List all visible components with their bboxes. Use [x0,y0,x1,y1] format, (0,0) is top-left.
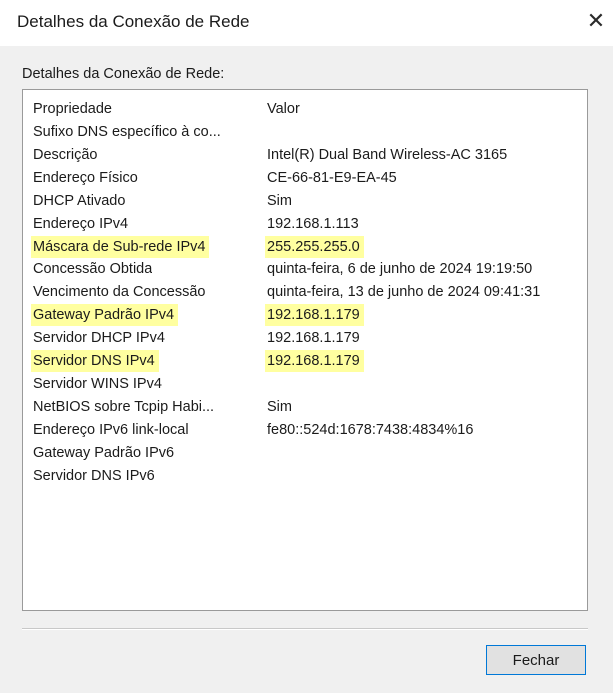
list-item[interactable]: Endereço IPv6 link-local fe80::524d:1678:… [23,419,587,441]
list-item[interactable]: Servidor DHCP IPv4 192.168.1.179 [23,327,587,349]
list-item-value: quinta-feira, 6 de junho de 2024 19:19:5… [267,261,533,278]
list-item-property: Endereço Físico [33,169,138,186]
list-item[interactable]: NetBIOS sobre Tcpip Habi... Sim [23,396,587,418]
list-item-value: quinta-feira, 13 de junho de 2024 09:41:… [267,284,541,301]
list-item[interactable]: Concessão Obtida quinta-feira, 6 de junho… [23,258,587,280]
list-item[interactable]: Sufixo DNS específico à co... [23,121,587,143]
list-header: Propriedade Valor [23,98,587,120]
list-item-property: Gateway Padrão IPv6 [33,444,175,461]
list-item-value: CE-66-81-E9-EA-45 [267,169,397,186]
list-item-value: Sim [267,398,292,415]
list-item-property: Concessão Obtida [33,261,153,278]
list-item[interactable]: Servidor WINS IPv4 [23,373,587,395]
separator-line-highlight [22,629,588,630]
list-item-value: 192.168.1.113 [267,215,359,232]
list-item[interactable]: Descrição Intel(R) Dual Band Wireless-AC … [23,144,587,166]
list-item-property: Gateway Padrão IPv4 [31,304,179,327]
list-item-property: Servidor DNS IPv4 [31,350,159,372]
list-item-value: 192.168.1.179 [267,330,360,347]
list-item[interactable]: Gateway Padrão IPv6 [23,442,587,464]
list-item-value: 192.168.1.179 [265,304,364,327]
list-item-property: Descrição [33,146,98,163]
close-button[interactable]: Fechar [486,645,586,675]
list-item-value: 192.168.1.179 [265,350,364,372]
close-icon[interactable]: ✕ [584,9,608,33]
list-item-property: Vencimento da Concessão [33,284,206,301]
list-item[interactable]: Vencimento da Concessão quinta-feira, 13 … [23,281,587,303]
window-title: Detalhes da Conexão de Rede [17,12,250,31]
list-item-property: Sufixo DNS específico à co... [33,124,221,140]
list-item-property: Endereço IPv6 link-local [33,421,189,438]
list-item[interactable]: Gateway Padrão IPv4 192.168.1.179 [23,304,587,327]
list-item-value: Sim [267,192,292,209]
list-item[interactable]: Servidor DNS IPv4 192.168.1.179 [23,350,587,372]
list-item[interactable]: Endereço Físico CE-66-81-E9-EA-45 [23,167,587,189]
details-group-label: Detalhes da Conexão de Rede: [22,66,225,82]
list-item-property: Endereço IPv4 [33,215,129,232]
list-item-property: Servidor DHCP IPv4 [33,330,165,347]
list-item-property: Servidor WINS IPv4 [33,375,162,392]
list-item[interactable]: DHCP Ativado Sim [23,190,587,212]
list-item[interactable]: Servidor DNS IPv6 [23,465,587,487]
details-list-view[interactable]: Propriedade Valor Sufixo DNS específico … [22,89,588,611]
list-item-property: Servidor DNS IPv6 [33,467,155,484]
list-item-property: DHCP Ativado [33,192,126,209]
list-item-value: 255.255.255.0 [265,235,364,258]
network-connection-details-dialog: Detalhes da Conexão de Rede ✕ Detalhes d… [0,0,613,693]
list-item[interactable]: Endereço IPv4 192.168.1.113 [23,213,587,235]
title-bar: Detalhes da Conexão de Rede ✕ [0,0,613,46]
column-header-value[interactable]: Valor [267,98,300,120]
list-item-value: Intel(R) Dual Band Wireless-AC 3165 [267,146,508,163]
list-item-property: NetBIOS sobre Tcpip Habi... [33,398,215,415]
list-item[interactable]: Máscara de Sub-rede IPv4 255.255.255.0 [23,235,587,258]
column-header-property[interactable]: Propriedade [33,98,112,120]
list-item-property: Máscara de Sub-rede IPv4 [31,235,210,258]
list-item-value: fe80::524d:1678:7438:4834%16 [267,421,474,438]
